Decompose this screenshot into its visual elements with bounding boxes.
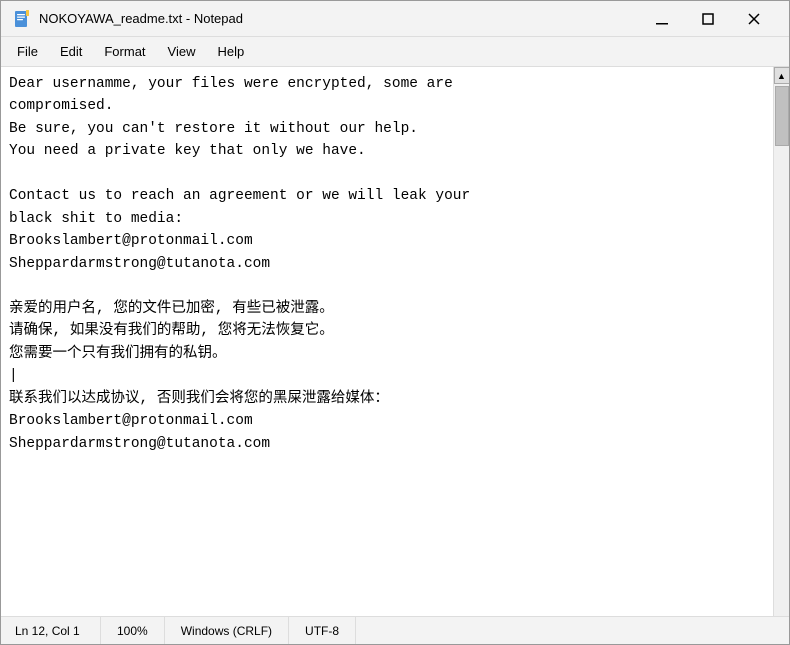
status-bar: Ln 12, Col 1 100% Windows (CRLF) UTF-8 (1, 616, 789, 644)
menu-format[interactable]: Format (94, 40, 155, 63)
menu-help[interactable]: Help (207, 40, 254, 63)
text-editor[interactable]: Dear usernamme, your files were encrypte… (1, 67, 773, 616)
window-controls (639, 1, 777, 37)
zoom-level: 100% (101, 617, 165, 644)
content-area: Dear usernamme, your files were encrypte… (1, 67, 789, 616)
notepad-icon (13, 10, 31, 28)
menu-edit[interactable]: Edit (50, 40, 92, 63)
minimize-button[interactable] (639, 1, 685, 37)
title-bar: NOKOYAWA_readme.txt - Notepad (1, 1, 789, 37)
maximize-button[interactable] (685, 1, 731, 37)
close-button[interactable] (731, 1, 777, 37)
notepad-window: NOKOYAWA_readme.txt - Notepad File Edit … (0, 0, 790, 645)
scrollbar[interactable]: ▲ (773, 67, 789, 616)
cursor-position: Ln 12, Col 1 (1, 617, 101, 644)
menu-view[interactable]: View (158, 40, 206, 63)
scroll-up-button[interactable]: ▲ (774, 67, 790, 84)
line-ending: Windows (CRLF) (165, 617, 289, 644)
scroll-thumb[interactable] (775, 86, 789, 146)
window-title: NOKOYAWA_readme.txt - Notepad (39, 11, 639, 26)
encoding: UTF-8 (289, 617, 356, 644)
menu-bar: File Edit Format View Help (1, 37, 789, 67)
menu-file[interactable]: File (7, 40, 48, 63)
